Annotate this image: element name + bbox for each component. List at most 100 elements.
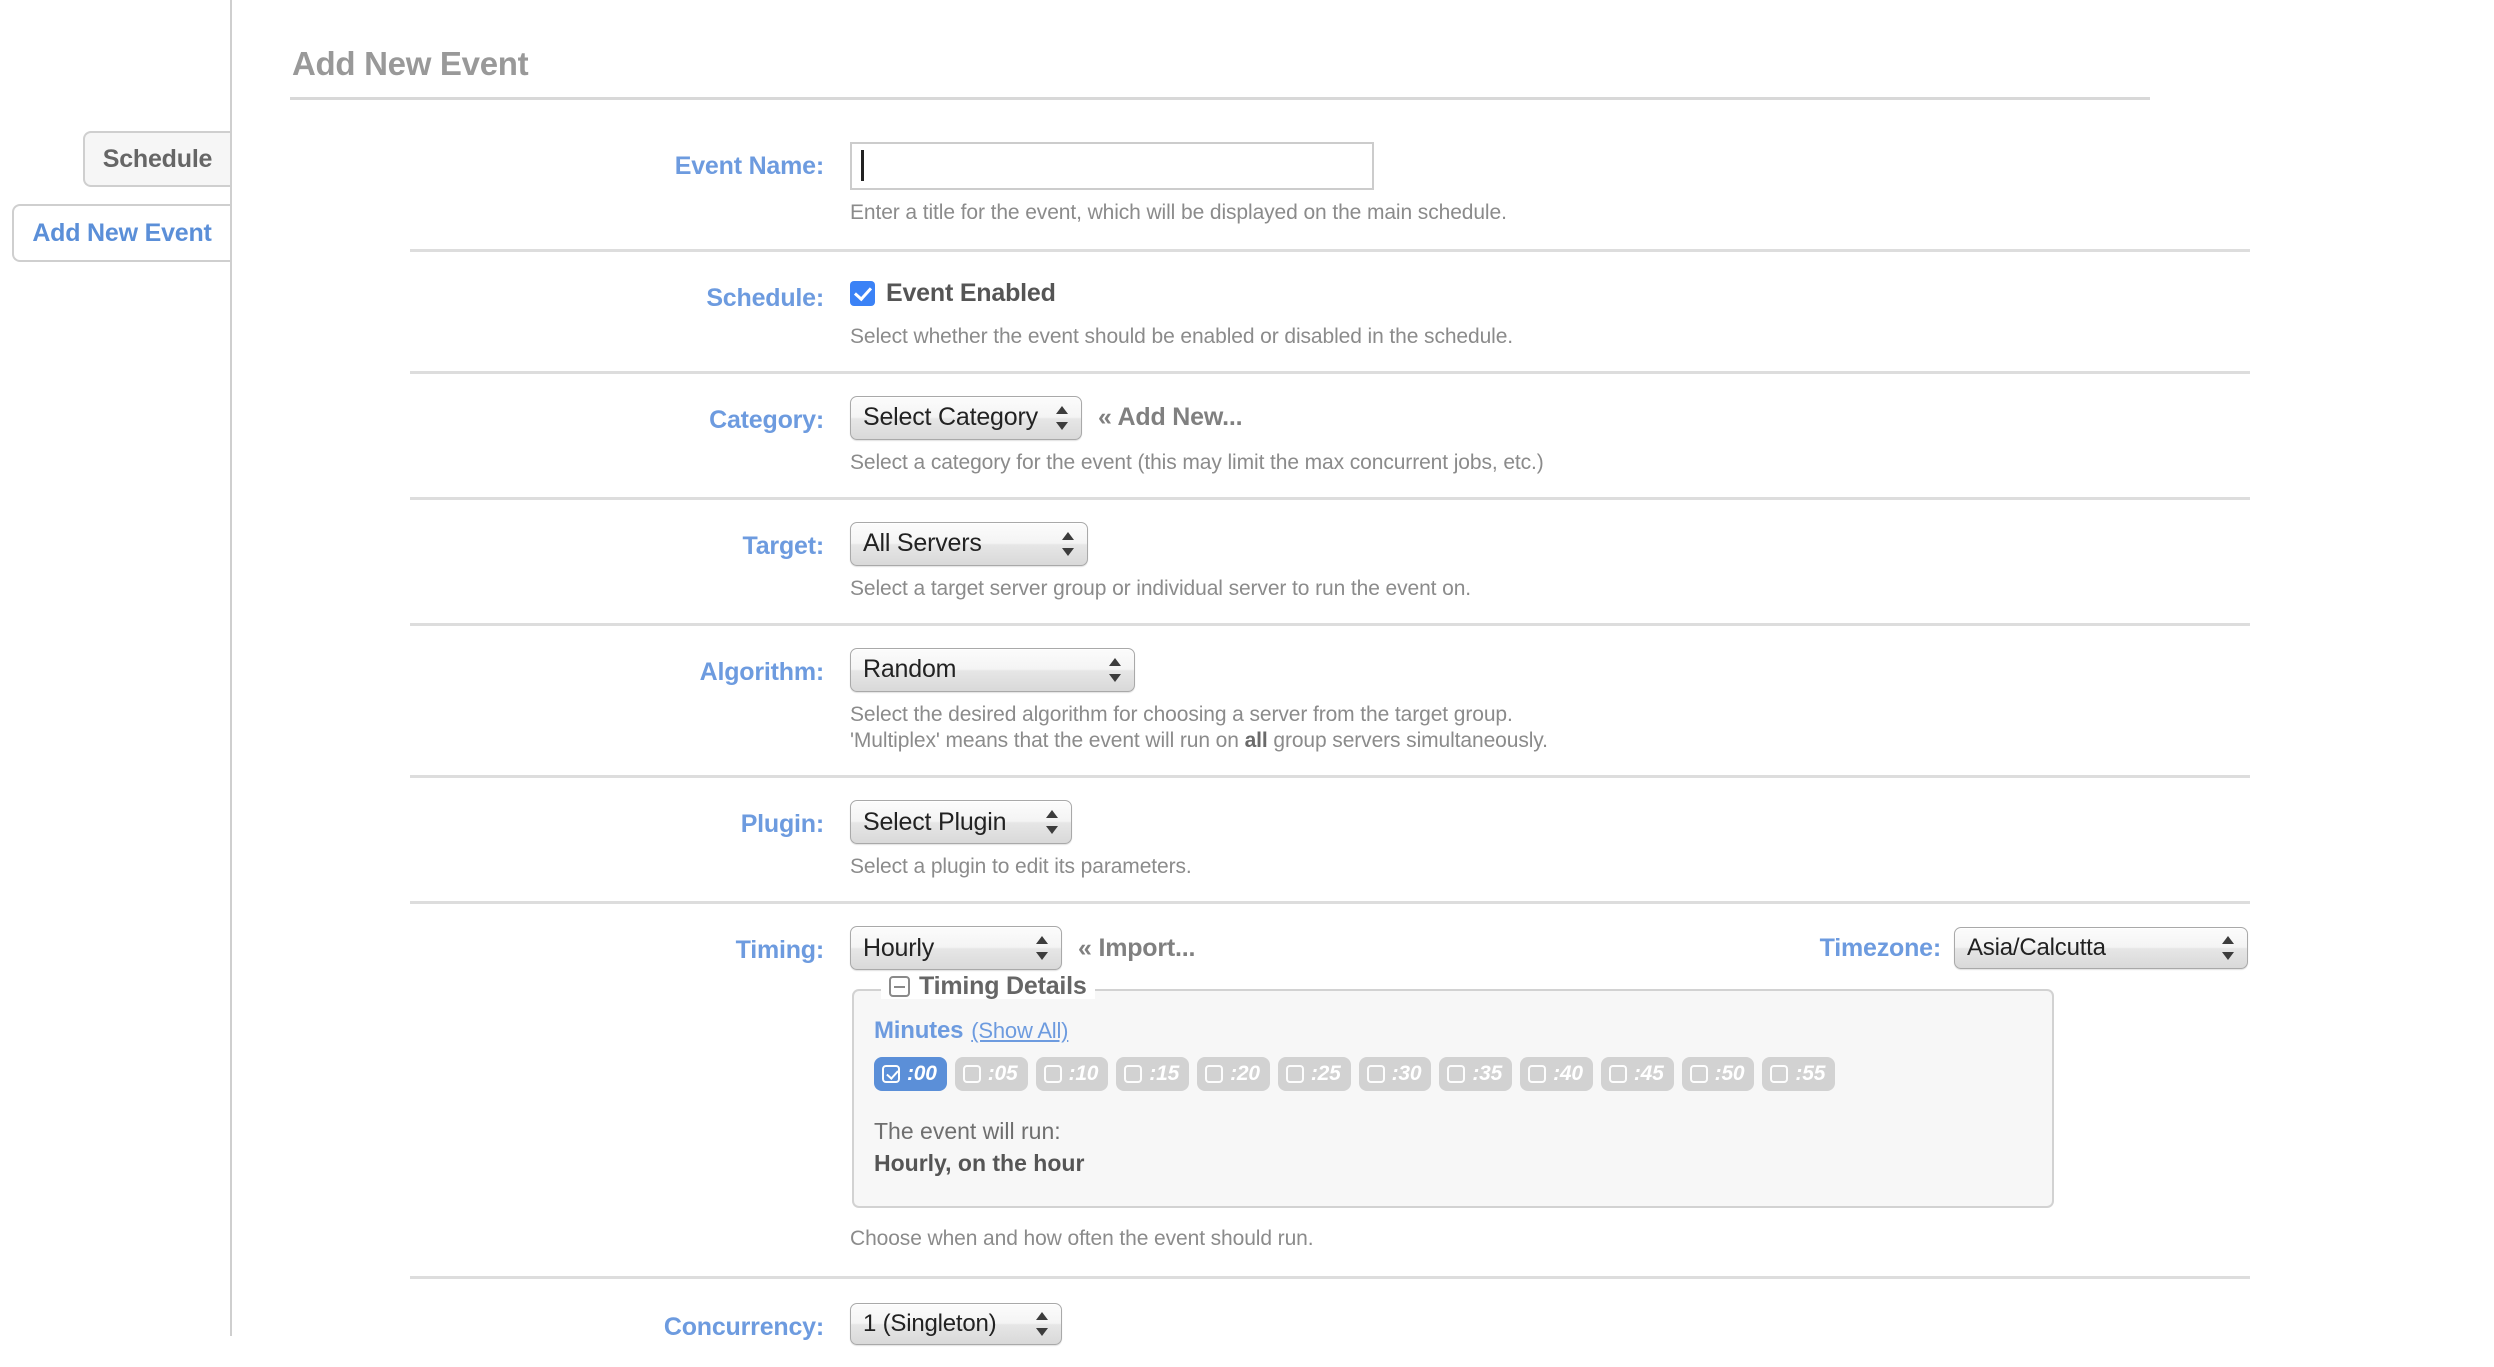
minute-chip-50[interactable]: :50 bbox=[1682, 1057, 1755, 1091]
timezone-label: Timezone: bbox=[1820, 934, 1941, 963]
timing-field-group: Hourly « Import... Timezone: Asia/Calcut… bbox=[850, 926, 2250, 1252]
concurrency-label: Concurrency: bbox=[410, 1303, 850, 1347]
algorithm-hint-line2-pre: 'Multiplex' means that the event will ru… bbox=[850, 729, 1245, 752]
form-row-category: Category: Select Category « Add New... S… bbox=[410, 374, 2250, 500]
target-label: Target: bbox=[410, 522, 850, 566]
algorithm-field-group: Random Select the desired algorithm for … bbox=[850, 648, 2250, 756]
collapse-minus-icon[interactable] bbox=[889, 976, 910, 997]
timing-details-fieldset: Timing Details Minutes (Show All) :00 bbox=[852, 989, 2054, 1207]
timing-select-value: Hourly bbox=[863, 934, 934, 963]
algorithm-hint-line1: Select the desired algorithm for choosin… bbox=[850, 702, 2250, 729]
minutes-label: Minutes bbox=[874, 1017, 963, 1045]
algorithm-select-value: Random bbox=[863, 655, 956, 684]
form-row-timing: Timing: Hourly « Import... Timezone: Asi… bbox=[410, 904, 2250, 1279]
sidebar-tab-add-new-event[interactable]: Add New Event bbox=[12, 204, 230, 262]
checkbox-icon bbox=[1367, 1065, 1385, 1083]
event-name-field-group: Enter a title for the event, which will … bbox=[850, 142, 2250, 227]
minute-chip-label: :45 bbox=[1634, 1062, 1664, 1086]
algorithm-hint-line2-post: group servers simultaneously. bbox=[1268, 729, 1548, 752]
minute-chip-label: :50 bbox=[1715, 1062, 1745, 1086]
select-updown-arrows-icon bbox=[1109, 657, 1122, 683]
timing-import-link[interactable]: « Import... bbox=[1078, 934, 1195, 963]
category-select-value: Select Category bbox=[863, 403, 1038, 432]
minutes-show-all-link[interactable]: (Show All) bbox=[971, 1018, 1068, 1044]
timing-hint: Choose when and how often the event shou… bbox=[850, 1226, 2250, 1253]
category-hint: Select a category for the event (this ma… bbox=[850, 450, 2250, 477]
checkbox-icon bbox=[1205, 1065, 1223, 1083]
minute-chip-20[interactable]: :20 bbox=[1197, 1057, 1270, 1091]
schedule-hint: Select whether the event should be enabl… bbox=[850, 324, 2250, 351]
checkbox-icon bbox=[1528, 1065, 1546, 1083]
sidebar-tab-list: Schedule Add New Event bbox=[0, 131, 230, 262]
concurrency-select-value: 1 (Singleton) bbox=[863, 1310, 996, 1338]
timing-label: Timing: bbox=[410, 926, 850, 970]
minute-chip-10[interactable]: :10 bbox=[1036, 1057, 1109, 1091]
form-row-event-name: Event Name: Enter a title for the event,… bbox=[410, 118, 2250, 252]
concurrency-select[interactable]: 1 (Singleton) bbox=[850, 1303, 1062, 1345]
sidebar-tab-schedule[interactable]: Schedule bbox=[83, 131, 230, 187]
plugin-select[interactable]: Select Plugin bbox=[850, 800, 1072, 844]
event-name-label: Event Name: bbox=[410, 142, 850, 186]
sidebar-tab-add-new-event-label: Add New Event bbox=[32, 221, 211, 246]
target-select[interactable]: All Servers bbox=[850, 522, 1088, 566]
sidebar: Schedule Add New Event bbox=[0, 0, 232, 1336]
run-summary-value: Hourly, on the hour bbox=[874, 1148, 2028, 1180]
event-name-hint: Enter a title for the event, which will … bbox=[850, 200, 2250, 227]
timezone-select[interactable]: Asia/Calcutta bbox=[1954, 927, 2248, 969]
minute-chip-40[interactable]: :40 bbox=[1520, 1057, 1593, 1091]
minute-chip-label: :30 bbox=[1392, 1062, 1422, 1086]
minute-chip-label: :25 bbox=[1311, 1062, 1341, 1086]
minute-chip-45[interactable]: :45 bbox=[1601, 1057, 1674, 1091]
timezone-select-value: Asia/Calcutta bbox=[1967, 934, 2106, 962]
minute-chip-label: :20 bbox=[1230, 1062, 1260, 1086]
timing-details-legend-label: Timing Details bbox=[919, 974, 1087, 999]
plugin-hint: Select a plugin to edit its parameters. bbox=[850, 854, 2250, 881]
checkbox-icon bbox=[1044, 1065, 1062, 1083]
event-enabled-checkbox-icon[interactable] bbox=[850, 281, 875, 306]
form-row-concurrency: Concurrency: 1 (Singleton) bbox=[410, 1279, 2250, 1367]
concurrency-field-group: 1 (Singleton) bbox=[850, 1303, 2250, 1345]
event-enabled-checkbox-row[interactable]: Event Enabled bbox=[850, 279, 1056, 308]
minute-chip-label: :10 bbox=[1069, 1062, 1099, 1086]
category-label: Category: bbox=[410, 396, 850, 440]
category-field-group: Select Category « Add New... Select a ca… bbox=[850, 396, 2250, 477]
form-row-target: Target: All Servers Select a target serv… bbox=[410, 500, 2250, 626]
minute-chip-25[interactable]: :25 bbox=[1278, 1057, 1351, 1091]
schedule-label: Schedule: bbox=[410, 274, 850, 318]
target-field-group: All Servers Select a target server group… bbox=[850, 522, 2250, 603]
event-name-input[interactable] bbox=[850, 142, 1374, 190]
algorithm-hint-line2-bold: all bbox=[1245, 729, 1268, 752]
minute-chip-30[interactable]: :30 bbox=[1359, 1057, 1432, 1091]
form-row-algorithm: Algorithm: Random Select the desired alg… bbox=[410, 626, 2250, 779]
select-updown-arrows-icon bbox=[1036, 1311, 1049, 1337]
minute-chip-label: :15 bbox=[1149, 1062, 1179, 1086]
category-add-new-link[interactable]: « Add New... bbox=[1098, 403, 1242, 432]
checkbox-icon bbox=[1447, 1065, 1465, 1083]
minute-chip-15[interactable]: :15 bbox=[1116, 1057, 1189, 1091]
page-title: Add New Event bbox=[292, 47, 528, 80]
plugin-select-value: Select Plugin bbox=[863, 808, 1006, 837]
minute-chip-label: :05 bbox=[988, 1062, 1018, 1086]
app-root: Schedule Add New Event Add New Event Eve… bbox=[0, 0, 2494, 1336]
category-select[interactable]: Select Category bbox=[850, 396, 1082, 440]
timing-details-legend[interactable]: Timing Details bbox=[881, 974, 1095, 999]
timing-select[interactable]: Hourly bbox=[850, 926, 1062, 970]
select-updown-arrows-icon bbox=[1062, 531, 1075, 557]
minute-chip-05[interactable]: :05 bbox=[955, 1057, 1028, 1091]
timing-header-line: Hourly « Import... Timezone: Asia/Calcut… bbox=[850, 926, 2250, 970]
event-name-input-wrap bbox=[850, 142, 1374, 190]
checkbox-icon bbox=[1124, 1065, 1142, 1083]
minute-chip-00[interactable]: :00 bbox=[874, 1057, 947, 1091]
sidebar-tab-schedule-label: Schedule bbox=[103, 147, 213, 172]
minutes-header: Minutes (Show All) bbox=[874, 1017, 2028, 1045]
text-cursor-icon bbox=[861, 150, 864, 181]
minute-chip-55[interactable]: :55 bbox=[1762, 1057, 1835, 1091]
algorithm-label: Algorithm: bbox=[410, 648, 850, 692]
select-updown-arrows-icon bbox=[1056, 405, 1069, 431]
main-content: Add New Event Event Name: Enter a title … bbox=[232, 0, 2494, 1336]
minute-chip-35[interactable]: :35 bbox=[1439, 1057, 1512, 1091]
target-hint: Select a target server group or individu… bbox=[850, 576, 2250, 603]
minute-chip-label: :40 bbox=[1553, 1062, 1583, 1086]
algorithm-select[interactable]: Random bbox=[850, 648, 1135, 692]
page-title-divider bbox=[290, 97, 2150, 100]
